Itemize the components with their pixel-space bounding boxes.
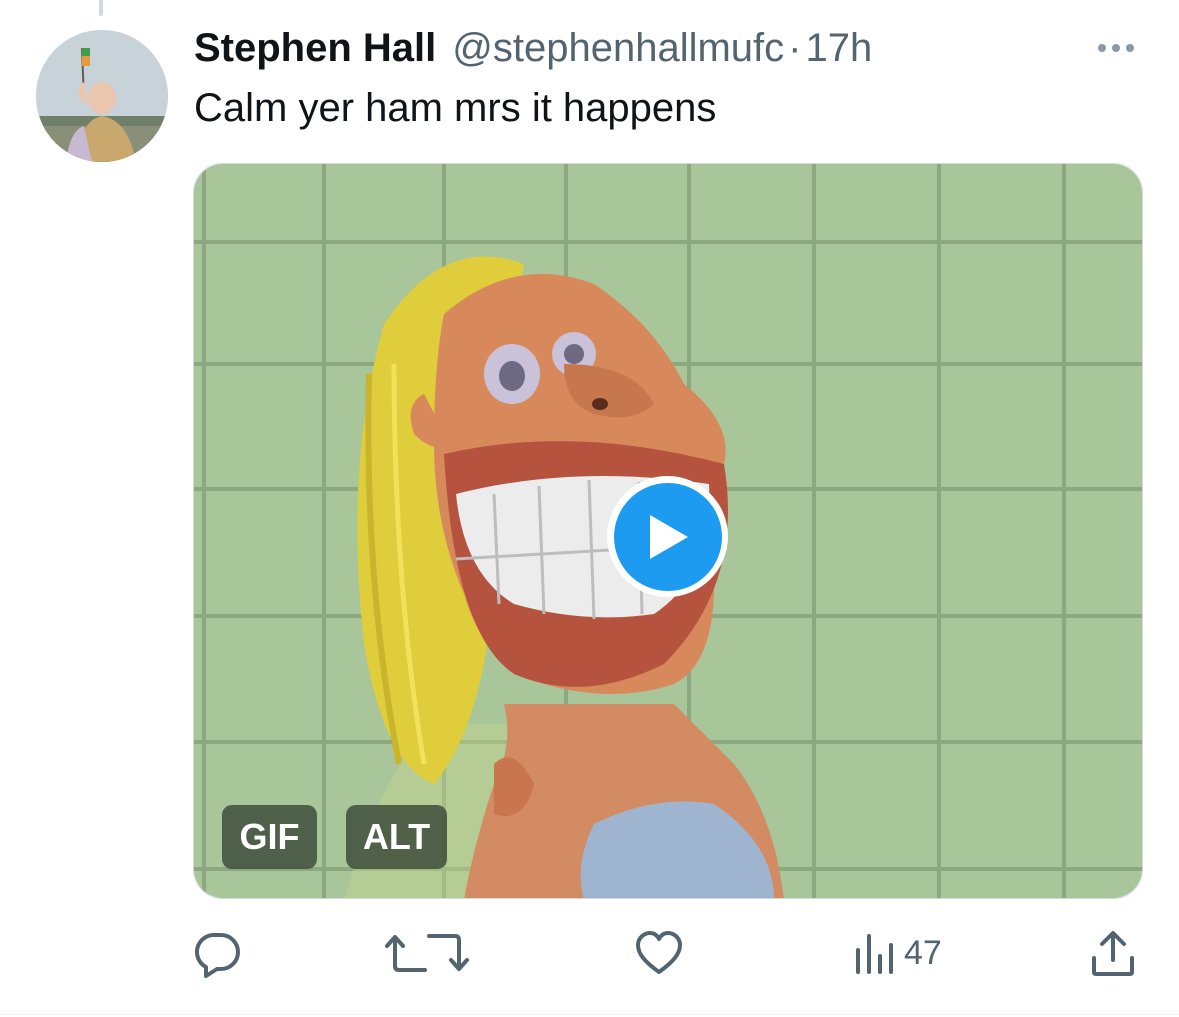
gif-media[interactable] [193, 163, 1143, 899]
display-name[interactable]: Stephen Hall [194, 26, 436, 71]
tweet-text: Calm yer ham mrs it happens [194, 86, 717, 130]
more-options-icon[interactable] [1092, 30, 1140, 66]
more-dot [1112, 44, 1120, 52]
gif-badge: GIF [222, 805, 317, 869]
retweet-button[interactable] [385, 928, 469, 978]
heart-icon [636, 931, 682, 974]
tweet-header: Stephen Hall @stephenhallmufc · 17h [194, 26, 872, 74]
more-dot [1098, 44, 1106, 52]
retweet-icon [385, 934, 469, 972]
like-button[interactable] [635, 928, 683, 978]
reply-icon [194, 932, 240, 978]
thread-connector-line [99, 0, 103, 16]
alt-text-button[interactable]: ALT [346, 805, 447, 869]
avatar[interactable] [36, 30, 168, 162]
separator-dot: · [788, 26, 802, 70]
avatar-image [36, 30, 168, 162]
share-icon [1092, 931, 1134, 976]
reply-button[interactable] [193, 928, 243, 978]
user-handle[interactable]: @stephenhallmufc [452, 26, 784, 71]
share-button[interactable] [1089, 928, 1137, 978]
views-icon [856, 934, 893, 974]
views-count: 47 [904, 933, 942, 972]
play-button[interactable] [607, 476, 728, 597]
more-dot [1126, 44, 1134, 52]
tweet-divider [0, 1014, 1179, 1015]
timestamp[interactable]: 17h [806, 26, 873, 71]
play-icon [613, 482, 722, 591]
views-button[interactable]: 47 [854, 928, 942, 978]
tweet-actions-bar: 47 [0, 920, 1179, 984]
